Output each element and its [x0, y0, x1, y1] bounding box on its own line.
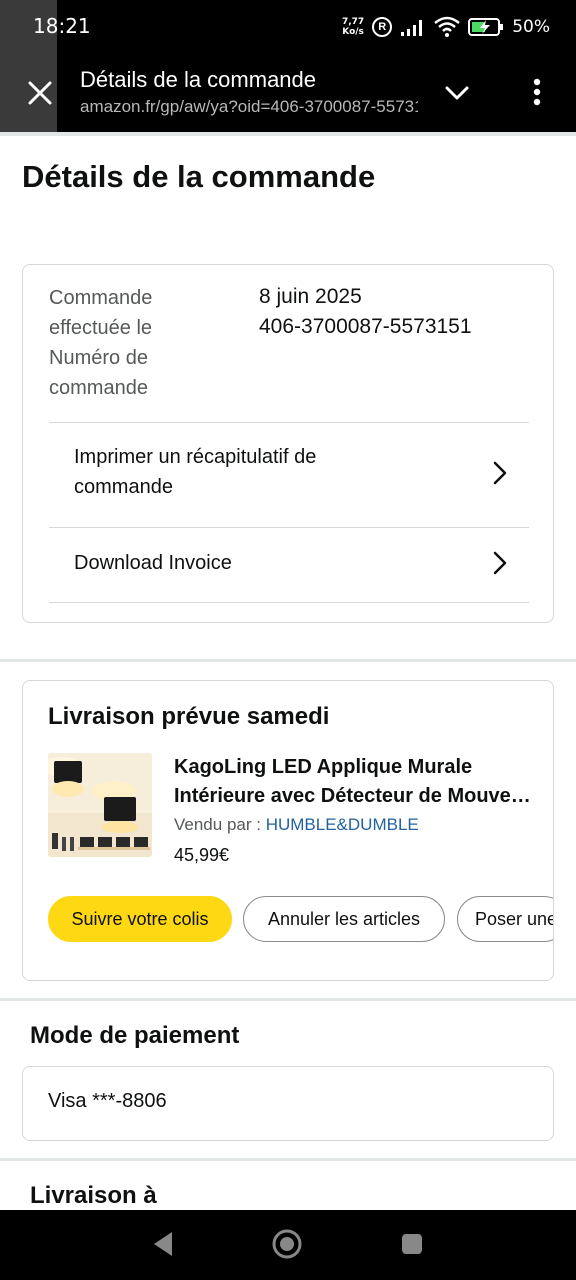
- wifi-icon: [434, 16, 461, 37]
- browser-page-title: Détails de la commande: [80, 67, 317, 92]
- sold-by-label: Vendu par :: [174, 815, 261, 834]
- seller-line: Vendu par : HUMBLE&DUMBLE: [174, 815, 419, 835]
- ask-question-button[interactable]: Poser une question: [457, 896, 553, 942]
- chevron-down-icon[interactable]: [440, 76, 474, 110]
- order-summary-card: Commande effectuée le Numéro de commande…: [22, 264, 554, 623]
- product-title-line2: Intérieure avec Détecteur de Mouvement: [174, 785, 534, 807]
- system-nav-bar: [0, 1210, 576, 1280]
- more-options-icon[interactable]: [522, 76, 552, 110]
- section-divider: [0, 998, 576, 1001]
- download-invoice-row[interactable]: Download Invoice: [49, 527, 529, 603]
- signal-icon: [401, 20, 423, 36]
- section-divider: [0, 659, 576, 662]
- product-title-line1: KagoLing LED Applique Murale: [174, 756, 473, 778]
- shipping-section-title: Livraison à: [30, 1182, 157, 1209]
- order-number: 406-3700087-5573151: [259, 315, 472, 338]
- payment-section-title: Mode de paiement: [30, 1022, 240, 1049]
- order-meta-labels: Commande effectuée le Numéro de commande: [49, 287, 153, 399]
- battery-charging-icon: [468, 18, 504, 36]
- home-icon[interactable]: [271, 1228, 303, 1260]
- product-image[interactable]: [48, 753, 152, 857]
- track-package-button[interactable]: Suivre votre colis: [48, 896, 232, 942]
- chevron-right-icon: [493, 461, 507, 485]
- registered-icon: R: [372, 17, 393, 37]
- payment-card: Visa ***-8806: [22, 1066, 554, 1141]
- product-title[interactable]: KagoLing LED Applique Murale Intérieure …: [174, 753, 534, 811]
- network-speed-unit: Ko/s: [342, 27, 364, 37]
- close-icon[interactable]: [22, 75, 58, 111]
- back-icon[interactable]: [150, 1230, 176, 1258]
- status-time: 18:21: [33, 14, 91, 38]
- download-invoice-label: Download Invoice: [74, 552, 232, 574]
- battery-percentage: 50%: [512, 17, 550, 37]
- network-speed: 7,77 Ko/s: [342, 17, 364, 37]
- print-summary-label: Imprimer un récapitulatif de commande: [74, 446, 317, 498]
- seller-link[interactable]: HUMBLE&DUMBLE: [266, 815, 419, 834]
- recent-apps-icon[interactable]: [400, 1232, 424, 1256]
- network-speed-value: 7,77: [341, 17, 365, 27]
- cancel-items-button[interactable]: Annuler les articles: [243, 896, 445, 942]
- page-title: Détails de la commande: [22, 159, 376, 194]
- product-price: 45,99€: [174, 845, 230, 865]
- print-summary-row[interactable]: Imprimer un récapitulatif de commande: [49, 422, 529, 527]
- status-bar: 18:21 7,77 Ko/s R 50%: [0, 0, 576, 55]
- payment-method: Visa ***-8806: [48, 1090, 167, 1112]
- delivery-card: Livraison prévue samedi KagoLing LED App…: [22, 680, 554, 981]
- delivery-title: Livraison prévue samedi: [48, 703, 330, 730]
- browser-url: amazon.fr/gp/aw/ya?oid=406-3700087-55731…: [80, 97, 418, 116]
- browser-header: Détails de la commande amazon.fr/gp/aw/y…: [0, 55, 576, 132]
- header-divider: [0, 132, 576, 136]
- section-divider: [0, 1158, 576, 1161]
- status-icons: 7,77 Ko/s R 50%: [342, 12, 550, 42]
- wall-lamp-image: [48, 753, 152, 857]
- order-date: 8 juin 2025: [259, 285, 362, 308]
- chevron-right-icon: [493, 551, 507, 575]
